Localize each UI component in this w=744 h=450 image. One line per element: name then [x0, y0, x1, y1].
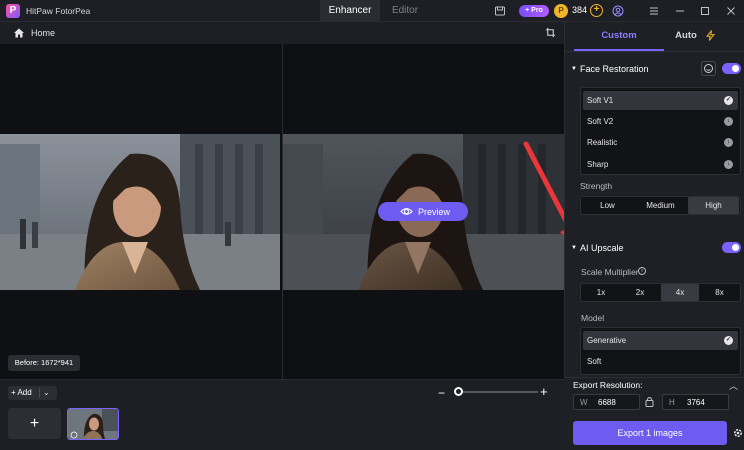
check-icon: ✓: [724, 336, 733, 345]
ai-upscale-toggle[interactable]: [722, 242, 741, 253]
width-key: W: [580, 398, 588, 407]
scale-8x[interactable]: 8x: [700, 284, 739, 301]
face-model-sharp[interactable]: Sharp ↓: [583, 155, 738, 174]
upscale-model-generative[interactable]: Generative ✓: [583, 331, 738, 350]
upscale-model-soft[interactable]: Soft: [583, 352, 738, 371]
strength-low[interactable]: Low: [582, 197, 633, 214]
maximize-icon[interactable]: [699, 5, 711, 17]
zoom-slider[interactable]: [456, 391, 538, 393]
app-name: HitPaw FotorPea: [26, 6, 91, 16]
pro-badge[interactable]: + Pro: [519, 5, 549, 17]
add-label[interactable]: + Add: [11, 388, 32, 397]
tab-divider: [564, 51, 744, 52]
height-field[interactable]: H 3764: [662, 394, 729, 410]
zoom-slider-knob[interactable]: [454, 387, 463, 396]
tab-enhancer[interactable]: Enhancer: [320, 0, 380, 22]
home-link[interactable]: Home: [31, 28, 55, 38]
face-restoration-caret-icon[interactable]: ▼: [571, 66, 577, 72]
add-dropdown-chevron-icon[interactable]: ⌄: [43, 388, 50, 397]
tab-custom[interactable]: Custom: [574, 22, 664, 49]
add-image-tile[interactable]: +: [8, 408, 61, 439]
scale-4x[interactable]: 4x: [661, 284, 699, 301]
face-model-label: Sharp: [587, 160, 609, 169]
add-separator: [39, 388, 40, 398]
lock-icon[interactable]: [645, 396, 654, 407]
face-model-label: Soft V1: [587, 96, 614, 105]
download-icon[interactable]: ↓: [724, 138, 733, 147]
face-model-realistic[interactable]: Realistic ↓: [583, 133, 738, 152]
tab-editor[interactable]: Editor: [380, 0, 430, 22]
chevron-up-icon[interactable]: ︿: [729, 379, 738, 392]
ai-upscale-caret-icon[interactable]: ▼: [571, 245, 577, 251]
before-image: [0, 134, 280, 290]
upscale-model-label: Soft: [587, 357, 602, 366]
ai-upscale-title[interactable]: AI Upscale: [580, 243, 624, 253]
strength-label: Strength: [580, 181, 613, 191]
menu-icon[interactable]: [648, 5, 660, 17]
tab-auto[interactable]: Auto: [664, 22, 708, 49]
crop-icon[interactable]: [545, 27, 556, 38]
check-icon: ✓: [724, 96, 733, 105]
save-icon[interactable]: [494, 5, 506, 17]
face-model-label: Soft V2: [587, 117, 614, 126]
toolbar: [0, 22, 564, 44]
add-credits-button[interactable]: +: [590, 4, 603, 17]
image-thumbnail[interactable]: [67, 408, 119, 440]
face-restoration-title[interactable]: Face Restoration: [580, 64, 649, 74]
export-resolution-label: Export Resolution:: [573, 380, 643, 390]
strength-selector: Low Medium High: [580, 196, 741, 215]
preview-label: Preview: [418, 207, 451, 217]
close-icon[interactable]: [725, 5, 737, 17]
scale-1x[interactable]: 1x: [582, 284, 620, 301]
height-key: H: [669, 398, 675, 407]
face-icon[interactable]: [701, 61, 716, 76]
width-value[interactable]: 6688: [598, 398, 616, 407]
minimize-icon[interactable]: [674, 5, 686, 17]
info-icon[interactable]: i: [638, 267, 646, 275]
height-value[interactable]: 3764: [687, 398, 705, 407]
width-field[interactable]: W 6688: [573, 394, 640, 410]
eye-icon: [400, 208, 413, 215]
preview-button[interactable]: Preview: [378, 202, 468, 221]
coin-icon: P: [554, 4, 568, 18]
credit-count: 384: [572, 5, 588, 15]
upscale-model-label: Generative: [587, 336, 627, 345]
scale-2x[interactable]: 2x: [621, 284, 659, 301]
face-model-soft-v1[interactable]: Soft V1 ✓: [583, 91, 738, 110]
strength-high[interactable]: High: [688, 197, 739, 214]
app-logo: P: [6, 4, 20, 18]
model-label: Model: [581, 313, 605, 323]
zoom-out-button[interactable]: −: [438, 386, 445, 400]
home-icon[interactable]: [13, 27, 25, 39]
export-button[interactable]: Export 1 images: [573, 421, 727, 445]
zoom-in-button[interactable]: +: [540, 384, 548, 399]
bolt-icon: [706, 30, 715, 41]
face-model-label: Realistic: [587, 138, 618, 147]
scale-selector: 1x 2x 4x 8x: [580, 283, 741, 302]
strength-medium[interactable]: Medium: [634, 197, 687, 214]
user-icon[interactable]: [612, 5, 624, 17]
face-restoration-toggle[interactable]: [722, 63, 741, 74]
download-icon[interactable]: ↓: [724, 160, 733, 169]
before-info-badge: Before: 1672*941: [8, 355, 80, 371]
face-model-soft-v2[interactable]: Soft V2 ↓: [583, 112, 738, 131]
scale-multiplier-label: Scale Multiplier: [581, 267, 639, 277]
download-icon[interactable]: ↓: [724, 117, 733, 126]
gear-icon[interactable]: [732, 427, 744, 439]
